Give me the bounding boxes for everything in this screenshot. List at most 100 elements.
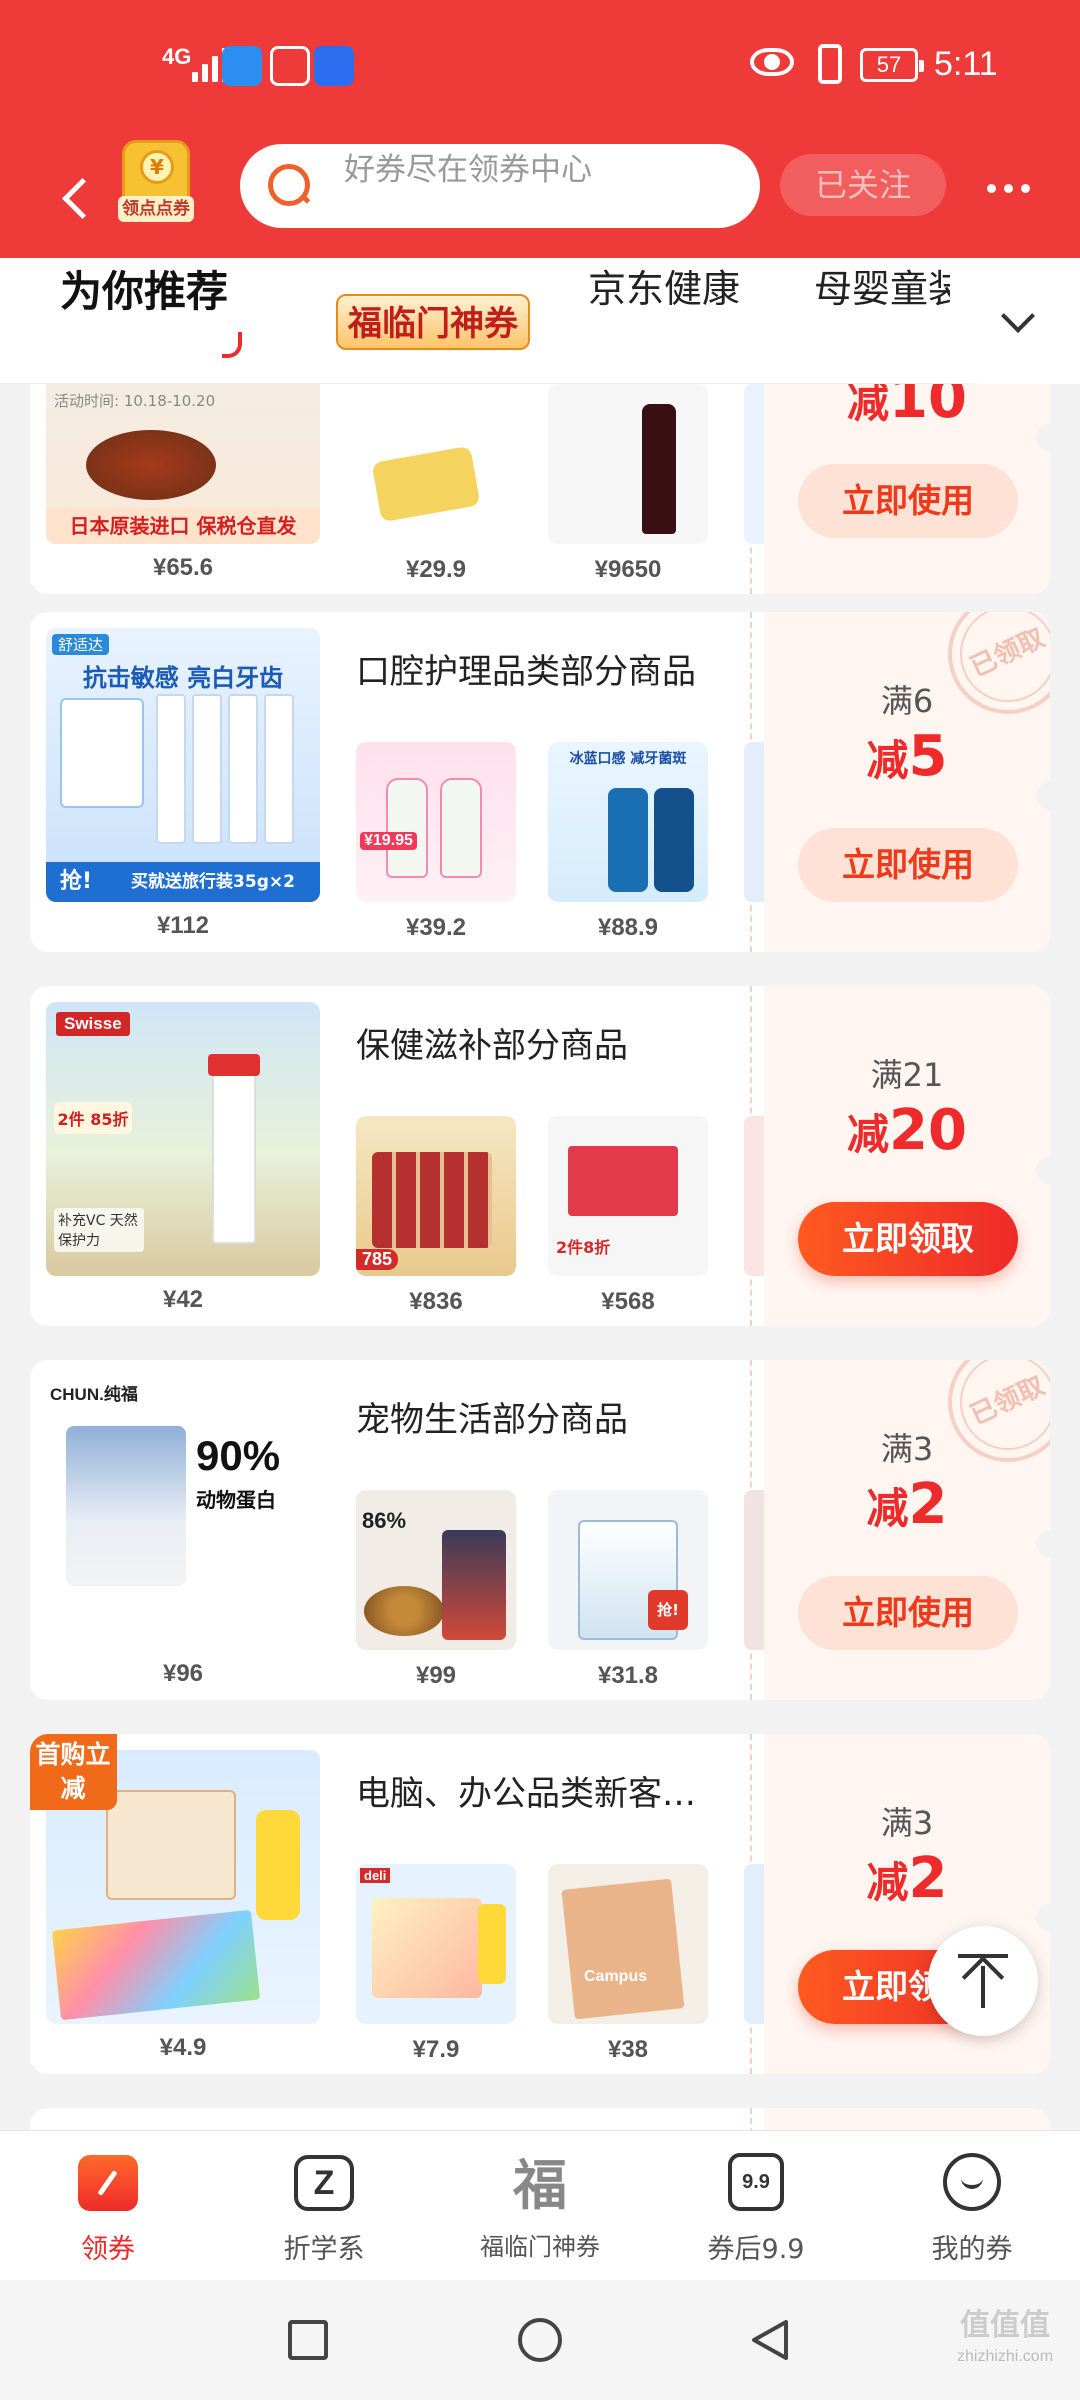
bottle (386, 778, 428, 878)
coupon-list[interactable]: 活动时间: 10.18-10.20 日本原装进口 保税仓直发 ¥65.6 ¥29… (0, 384, 1080, 2130)
brand-label: CHUN.纯福 (50, 1385, 138, 1404)
product-thumb[interactable]: ¥19.95 (356, 742, 516, 902)
product-thumb[interactable] (356, 384, 516, 544)
product-price: ¥65.6 (152, 554, 214, 581)
coupon-card[interactable]: 活动时间: 10.18-10.20 日本原装进口 保税仓直发 ¥65.6 ¥29… (30, 384, 1050, 594)
coupon-bag-badge[interactable]: ¥ 领点点券 (118, 136, 194, 228)
use-now-button[interactable]: 立即使用 (798, 828, 1018, 902)
protein-label: 动物蛋白 (196, 1488, 276, 1512)
nav-item-coupon[interactable]: 领券 (0, 2131, 216, 2281)
product-thumb[interactable] (548, 384, 708, 544)
gift-box (568, 1146, 678, 1216)
tab-fulinmen[interactable]: 福临门神券 (336, 294, 530, 350)
craft-box (372, 1898, 482, 1998)
bottle (440, 778, 482, 878)
coupon-card[interactable]: 已领取 舒适达 抗击敏感 亮白牙齿 抢! 买就送旅行装35g×2 ¥112 口腔… (30, 612, 1050, 952)
product-thumb[interactable]: deli (356, 1864, 516, 2024)
coupon-title: 电脑、办公品类新客… (356, 1774, 696, 1814)
thumb-price: ¥88.9 (597, 914, 659, 941)
mouthwash-bottle (654, 788, 694, 892)
follow-button[interactable]: 已关注 (780, 154, 946, 216)
home-icon[interactable] (518, 2318, 562, 2362)
nine-nine-icon: 9.9 (728, 2153, 784, 2211)
product-thumb-partial[interactable] (744, 1490, 764, 1650)
nav-item-nine-nine[interactable]: 9.9 券后9.9 (648, 2131, 864, 2281)
product-price: ¥4.9 (159, 2034, 207, 2061)
nav-label: 券后9.9 (707, 2234, 805, 2265)
product-thumb[interactable]: 冰蓝口感 减牙菌斑 (548, 742, 708, 902)
vibrate-icon (818, 44, 842, 84)
toothpaste-box (228, 694, 258, 844)
use-now-button[interactable]: 立即使用 (798, 1576, 1018, 1650)
product-image[interactable]: 活动时间: 10.18-10.20 日本原装进口 保税仓直发 (46, 384, 320, 544)
pet-food-bag (442, 1530, 506, 1640)
search-box[interactable]: 好券尽在领券中心 (240, 144, 760, 228)
coupon-right-panel (750, 2108, 1050, 2130)
bulb-icon (314, 46, 354, 86)
network-type: 4G (162, 44, 192, 69)
product-thumb[interactable]: 2件8折 (548, 1116, 708, 1276)
hand-icon (270, 46, 310, 86)
back-arrow-icon[interactable] (52, 162, 112, 232)
toothpaste-box (156, 694, 186, 844)
z-icon: Z (294, 2155, 354, 2211)
main-banner: 买就送旅行装35g×2 (106, 862, 320, 902)
thumb-tag: deli (360, 1868, 391, 1883)
thumb-tag: 785 (356, 1249, 399, 1270)
product-price: ¥42 (162, 1286, 204, 1313)
product-thumb-partial[interactable] (744, 742, 764, 902)
nav-item-zhexuexi[interactable]: Z 折学系 (216, 2131, 432, 2281)
coupon-card[interactable]: 已领取 CHUN.纯福 90% 动物蛋白 ¥96 宠物生活部分商品 86% ¥9… (30, 1360, 1050, 1700)
product-thumb-partial[interactable] (744, 1864, 764, 2024)
nav-label: 折学系 (283, 2234, 365, 2265)
product-thumb[interactable]: 785 (356, 1116, 516, 1276)
thumb-tag: 86% (362, 1508, 407, 1533)
thumb-tag: Campus (584, 1968, 648, 1985)
tab-recommend[interactable]: 为你推荐 (60, 258, 243, 384)
tab-mother-baby[interactable]: 母婴童装 (814, 258, 950, 384)
nav-label: 领券 (81, 2234, 135, 2265)
thumb-price: ¥568 (601, 1288, 655, 1315)
back-to-top-button[interactable] (928, 1926, 1038, 2036)
tab-jd-health[interactable]: 京东健康 (588, 258, 740, 384)
recent-apps-icon[interactable] (288, 2320, 328, 2360)
product-price: ¥96 (162, 1660, 204, 1687)
coupon-card[interactable]: Swisse 2件 85折 补充VC 天然保护力 ¥42 保健滋补部分商品 78… (30, 986, 1050, 1326)
product-thumb-partial[interactable] (744, 384, 764, 544)
promo-period: 活动时间: 10.18-10.20 (54, 392, 216, 410)
claim-now-button[interactable]: 立即领取 (798, 1202, 1018, 1276)
back-icon[interactable] (748, 2318, 792, 2362)
thumb-price: ¥31.8 (597, 1662, 659, 1689)
product-thumb[interactable]: 86% (356, 1490, 516, 1650)
bottom-nav: 领券 Z 折学系 福 福临门神券 9.9 券后9.9 我的券 (0, 2130, 1080, 2280)
gift-set (372, 1152, 492, 1248)
coupon-card[interactable] (30, 2108, 1050, 2130)
gift-box (60, 698, 144, 808)
thumb-tag: 2件8折 (556, 1238, 611, 1257)
product-image[interactable]: Swisse 2件 85折 补充VC 天然保护力 (46, 1002, 320, 1276)
thumb-price: ¥39.2 (405, 914, 467, 941)
snack-bag (371, 445, 481, 523)
thumb-price: ¥836 (409, 1288, 463, 1315)
mouthwash-bottle (608, 788, 648, 892)
coupon-condition: 满3 (880, 1430, 934, 1468)
pencil-holder (256, 1810, 300, 1920)
clock: 5:11 (934, 45, 998, 83)
product-thumb[interactable]: Campus (548, 1864, 708, 2024)
product-thumb-partial[interactable] (744, 1116, 764, 1276)
status-bar: 4G 57 5:11 (0, 0, 1080, 140)
origami-paper (51, 1909, 261, 2021)
nav-item-fulinmen[interactable]: 福 福临门神券 (432, 2131, 648, 2281)
nav-item-my-coupons[interactable]: 我的券 (864, 2131, 1080, 2281)
coupon-card[interactable]: 首购立减 ¥4.9 电脑、办公品类新客… deli ¥7.9 Campus ¥3… (30, 1734, 1050, 2074)
product-image[interactable]: 舒适达 抗击敏感 亮白牙齿 抢! 买就送旅行装35g×2 (46, 628, 320, 902)
use-now-button[interactable]: 立即使用 (798, 464, 1018, 538)
product-image[interactable]: CHUN.纯福 90% 动物蛋白 (46, 1376, 320, 1650)
chevron-down-icon[interactable] (950, 258, 1080, 384)
more-icon[interactable] (976, 168, 1040, 208)
watermark-text: 值值值 (960, 2308, 1050, 2343)
thumb-price: ¥9650 (594, 556, 662, 583)
coupon-condition: 满21 (870, 1056, 944, 1094)
product-thumb[interactable]: 抢! (548, 1490, 708, 1650)
coupon-title: 口腔护理品类部分商品 (356, 652, 696, 692)
